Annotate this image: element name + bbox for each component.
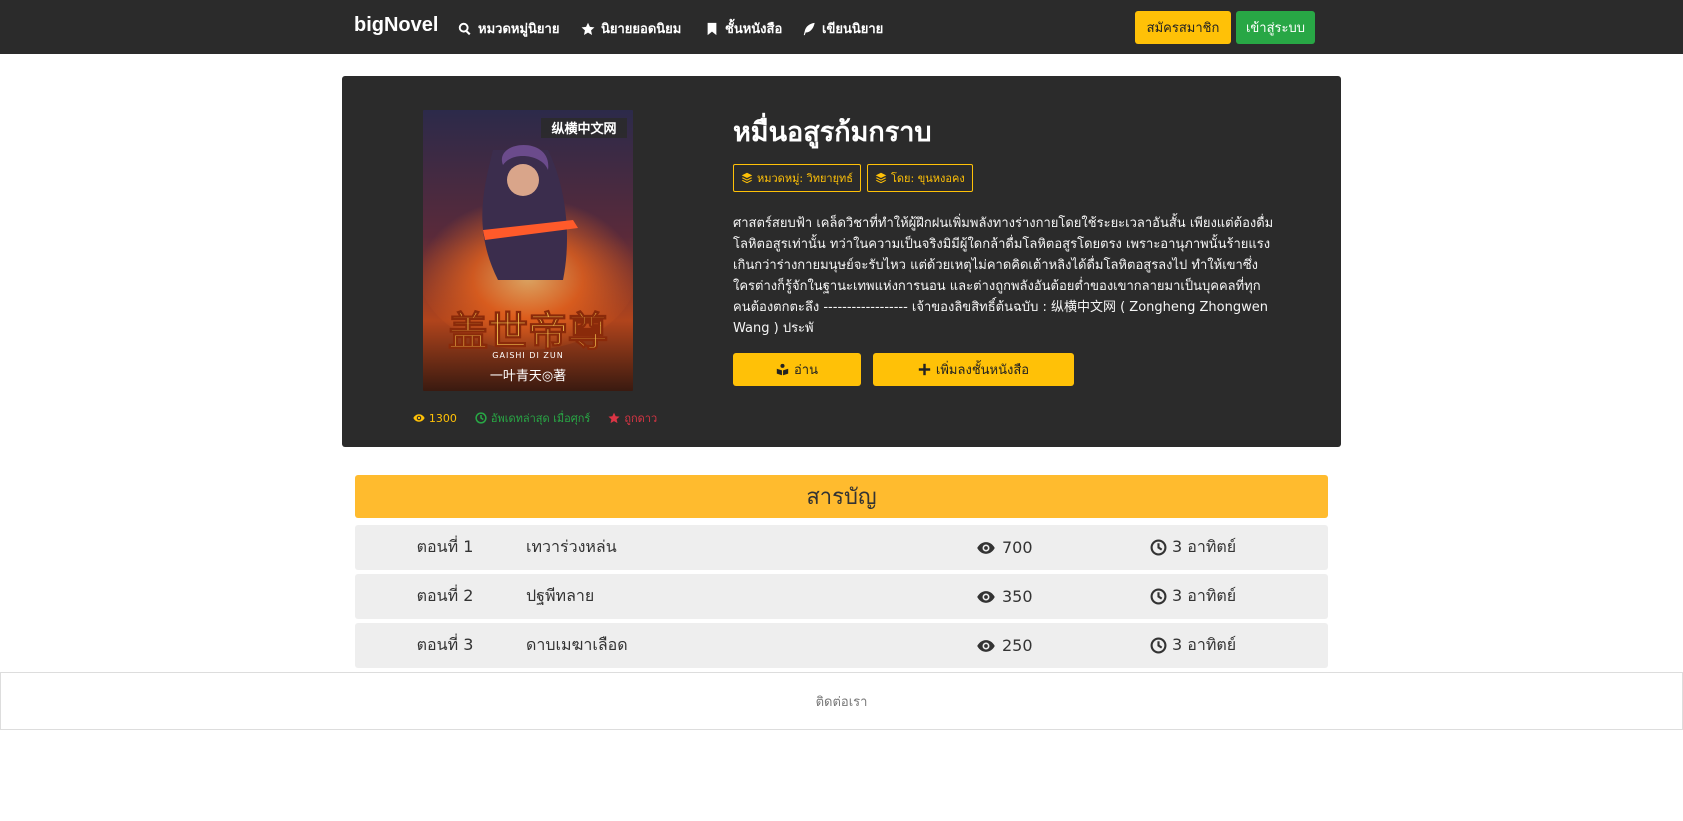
- favorite-stat[interactable]: ถูกดาว: [608, 409, 657, 427]
- star-icon: [608, 412, 620, 424]
- chapter-number: ตอนที่ 2: [416, 586, 474, 605]
- chapter-time: 3 อาทิตย์: [1150, 623, 1236, 668]
- nav-popular[interactable]: นิยายยอดนิยม: [581, 18, 681, 39]
- chapter-views-count: 350: [1002, 587, 1033, 606]
- category-badge[interactable]: หมวดหมู่: วิทยายุทธ์: [733, 164, 861, 192]
- chapter-time: 3 อาทิตย์: [1150, 574, 1236, 619]
- novel-badges: หมวดหมู่: วิทยายุทธ์ โดย: ขุนหงอคง: [733, 164, 973, 192]
- layers-icon: [741, 172, 753, 184]
- views-count: 1300: [428, 411, 457, 425]
- read-button-label: อ่าน: [794, 363, 818, 378]
- chapter-number: ตอนที่ 3: [416, 635, 474, 654]
- clock-icon: [475, 412, 487, 424]
- top-navbar: bigNovel หมวดหมู่นิยาย นิยายยอดนิยม ชั้น…: [0, 0, 1683, 54]
- chapter-views: 700: [976, 525, 1033, 570]
- nav-write[interactable]: เขียนนิยาย: [802, 18, 883, 39]
- chapter-views: 350: [976, 574, 1033, 619]
- novel-stats: 1300 อัพเดทล่าสุด เมื่อศุกร์ ถูกดาว: [390, 409, 680, 427]
- chapter-time-label: 3 อาทิตย์: [1172, 635, 1237, 654]
- chapter-time-label: 3 อาทิตย์: [1172, 537, 1237, 556]
- novel-title: หมื่นอสูรก้มกราบ: [733, 117, 932, 148]
- category-badge-label: หมวดหมู่: วิทยายุทธ์: [757, 172, 853, 185]
- chapter-views-count: 250: [1002, 636, 1033, 655]
- login-button[interactable]: เข้าสู่ระบบ: [1236, 11, 1315, 44]
- nav-write-label: เขียนนิยาย: [822, 22, 884, 37]
- chapter-views-count: 700: [1002, 538, 1033, 557]
- add-to-shelf-button[interactable]: เพิ่มลงชั้นหนังสือ: [873, 353, 1074, 386]
- plus-icon: [918, 363, 931, 376]
- cover-author-text: 一叶青天◎著: [490, 369, 566, 384]
- chapter-title[interactable]: เทวาร่วงหล่น: [526, 525, 617, 570]
- eye-icon: [977, 639, 995, 652]
- updated-stat: อัพเดทล่าสุด เมื่อศุกร์: [475, 409, 590, 427]
- novel-info-panel: 纵横中文网 盖世帝尊 GAISHI DI ZUN 一叶青天◎著 1300 อัพ…: [342, 76, 1341, 447]
- cover-romanized-text: GAISHI DI ZUN: [492, 351, 563, 360]
- nav-bookshelf[interactable]: ชั้นหนังสือ: [705, 18, 782, 39]
- chapter-number: ตอนที่ 1: [416, 537, 474, 556]
- chapter-time-label: 3 อาทิตย์: [1172, 586, 1237, 605]
- eye-icon: [977, 590, 995, 603]
- nav-popular-label: นิยายยอดนิยม: [601, 22, 682, 37]
- favorite-text: ถูกดาว: [624, 412, 658, 425]
- footer: ติดต่อเรา: [0, 672, 1683, 730]
- search-icon: [458, 22, 471, 35]
- updated-text: อัพเดทล่าสุด เมื่อศุกร์: [490, 412, 591, 425]
- clock-icon: [1150, 588, 1167, 605]
- contact-link[interactable]: ติดต่อเรา: [816, 691, 868, 712]
- chapter-row[interactable]: ตอนที่ 1 เทวาร่วงหล่น 700 3 อาทิตย์: [355, 525, 1328, 570]
- star-icon: [581, 22, 595, 35]
- chapter-views: 250: [976, 623, 1033, 668]
- nav-categories-label: หมวดหมู่นิยาย: [478, 22, 560, 37]
- bookmark-icon: [707, 22, 717, 35]
- chapter-row[interactable]: ตอนที่ 3 ดาบเมฆาเลือด 250 3 อาทิตย์: [355, 623, 1328, 668]
- read-button[interactable]: อ่าน: [733, 353, 861, 386]
- author-badge-label: โดย: ขุนหงอคง: [891, 172, 965, 185]
- cover-title-text: 盖世帝尊: [448, 308, 608, 355]
- author-badge[interactable]: โดย: ขุนหงอคง: [867, 164, 973, 192]
- cover-publisher-text: 纵横中文网: [551, 121, 616, 137]
- eye-icon: [977, 541, 995, 554]
- book-reader-icon: [776, 363, 789, 376]
- eye-icon: [413, 414, 425, 422]
- chapter-time: 3 อาทิตย์: [1150, 525, 1236, 570]
- chapter-row[interactable]: ตอนที่ 2 ปฐพีทลาย 350 3 อาทิตย์: [355, 574, 1328, 619]
- brand-logo[interactable]: bigNovel: [354, 14, 438, 37]
- chapter-title[interactable]: ดาบเมฆาเลือด: [526, 623, 628, 668]
- nav-categories[interactable]: หมวดหมู่นิยาย: [458, 18, 559, 39]
- novel-synopsis: ศาสตร์สยบฟ้า เคล็ดวิชาที่ทำให้ผู้ฝึกฝนเพ…: [733, 216, 1274, 336]
- feather-icon: [803, 22, 815, 35]
- toc-header: สารบัญ: [355, 475, 1328, 518]
- layers-icon: [875, 172, 887, 184]
- nav-bookshelf-label: ชั้นหนังสือ: [725, 22, 783, 37]
- views-stat: 1300: [413, 409, 457, 427]
- clock-icon: [1150, 637, 1167, 654]
- add-to-shelf-label: เพิ่มลงชั้นหนังสือ: [935, 363, 1030, 378]
- register-button[interactable]: สมัครสมาชิก: [1135, 11, 1231, 44]
- cover-art: 纵横中文网 盖世帝尊 GAISHI DI ZUN 一叶青天◎著: [423, 110, 633, 391]
- novel-cover-image[interactable]: 纵横中文网 盖世帝尊 GAISHI DI ZUN 一叶青天◎著: [423, 110, 633, 391]
- chapter-title[interactable]: ปฐพีทลาย: [526, 574, 594, 619]
- clock-icon: [1150, 539, 1167, 556]
